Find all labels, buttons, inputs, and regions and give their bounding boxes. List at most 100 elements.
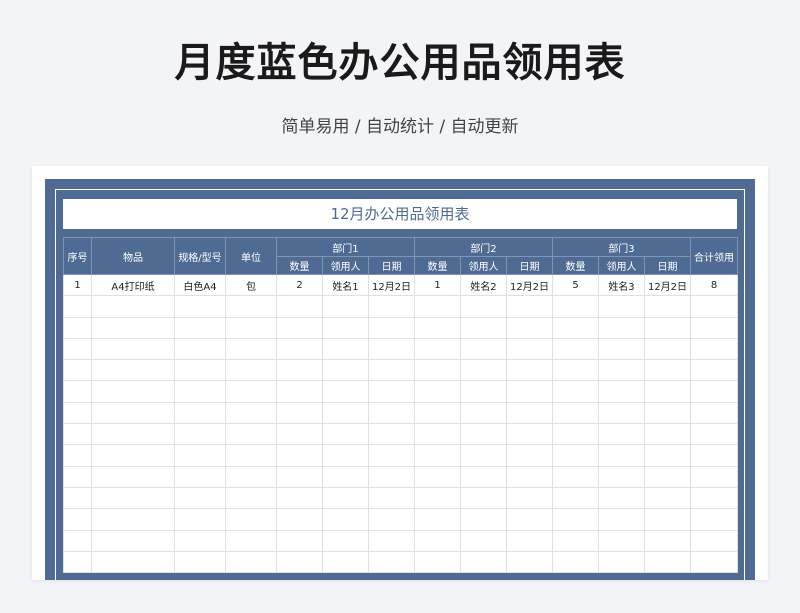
table-cell-empty[interactable] (368, 295, 415, 318)
table-cell[interactable]: 包 (225, 273, 277, 297)
table-cell-empty[interactable] (322, 508, 369, 531)
header-dept3-date[interactable]: 日期 (644, 256, 691, 275)
table-cell-empty[interactable] (460, 508, 507, 531)
table-cell-empty[interactable] (414, 316, 461, 339)
table-cell-empty[interactable] (460, 444, 507, 467)
table-cell-empty[interactable] (368, 401, 415, 425)
table-cell-empty[interactable] (690, 295, 738, 318)
table-cell-empty[interactable] (644, 295, 691, 318)
table-cell-empty[interactable] (322, 380, 369, 403)
table-cell-empty[interactable] (322, 444, 369, 467)
table-cell-empty[interactable] (276, 465, 323, 488)
table-cell-empty[interactable] (276, 529, 323, 552)
header-item[interactable]: 物品 (91, 237, 175, 275)
table-cell-empty[interactable] (322, 295, 369, 318)
table-cell-empty[interactable] (644, 529, 691, 552)
table-cell-empty[interactable] (644, 359, 691, 382)
table-cell[interactable]: 1 (414, 273, 461, 297)
table-cell-empty[interactable] (63, 486, 92, 510)
table-cell-empty[interactable] (225, 486, 277, 510)
table-cell-empty[interactable] (91, 529, 175, 552)
table-cell[interactable]: 姓名3 (598, 273, 645, 297)
table-cell-empty[interactable] (322, 486, 369, 510)
table-cell-empty[interactable] (598, 465, 645, 488)
table-cell-empty[interactable] (598, 550, 645, 574)
table-cell-empty[interactable] (552, 465, 599, 488)
header-dept1-qty[interactable]: 数量 (276, 256, 323, 275)
table-cell-empty[interactable] (598, 401, 645, 425)
table-cell-empty[interactable] (506, 550, 553, 574)
table-cell-empty[interactable] (174, 380, 226, 403)
table-cell-empty[interactable] (322, 401, 369, 425)
table-cell-empty[interactable] (322, 465, 369, 488)
table-cell-empty[interactable] (552, 316, 599, 339)
table-cell-empty[interactable] (506, 380, 553, 403)
table-cell-empty[interactable] (414, 508, 461, 531)
table-cell-empty[interactable] (598, 295, 645, 318)
header-dept2[interactable]: 部门2 (414, 237, 553, 257)
table-cell-empty[interactable] (91, 401, 175, 425)
header-unit[interactable]: 单位 (225, 237, 277, 275)
table-cell-empty[interactable] (322, 423, 369, 446)
table-cell-empty[interactable] (276, 444, 323, 467)
table-cell-empty[interactable] (506, 316, 553, 339)
table-cell-empty[interactable] (644, 316, 691, 339)
table-cell-empty[interactable] (63, 465, 92, 488)
table-cell-empty[interactable] (91, 465, 175, 488)
table-cell-empty[interactable] (552, 295, 599, 318)
table-cell-empty[interactable] (174, 444, 226, 467)
table-cell-empty[interactable] (174, 316, 226, 339)
table-cell-empty[interactable] (368, 380, 415, 403)
table-cell-empty[interactable] (690, 380, 738, 403)
table-cell-empty[interactable] (225, 508, 277, 531)
table-cell-empty[interactable] (91, 380, 175, 403)
table-cell[interactable]: 8 (690, 273, 738, 297)
table-cell-empty[interactable] (690, 401, 738, 425)
table-cell-empty[interactable] (225, 359, 277, 382)
table-cell-empty[interactable] (63, 359, 92, 382)
table-cell-empty[interactable] (174, 508, 226, 531)
table-cell-empty[interactable] (91, 316, 175, 339)
table-cell-empty[interactable] (91, 295, 175, 318)
table-cell-empty[interactable] (506, 529, 553, 552)
table-cell-empty[interactable] (414, 465, 461, 488)
table-cell-empty[interactable] (322, 359, 369, 382)
table-cell-empty[interactable] (225, 401, 277, 425)
table-cell-empty[interactable] (276, 380, 323, 403)
table-cell-empty[interactable] (225, 529, 277, 552)
table-cell-empty[interactable] (225, 295, 277, 318)
table-cell-empty[interactable] (63, 550, 92, 574)
table-cell-empty[interactable] (276, 316, 323, 339)
table-cell[interactable]: 白色A4 (174, 273, 226, 297)
table-cell-empty[interactable] (63, 508, 92, 531)
table-cell-empty[interactable] (322, 316, 369, 339)
table-cell-empty[interactable] (276, 508, 323, 531)
table-cell-empty[interactable] (414, 337, 461, 361)
header-dept2-receiver[interactable]: 领用人 (460, 256, 507, 275)
table-cell-empty[interactable] (174, 550, 226, 574)
table-cell[interactable]: 5 (552, 273, 599, 297)
table-cell-empty[interactable] (63, 423, 92, 446)
table-cell-empty[interactable] (644, 486, 691, 510)
table-cell-empty[interactable] (644, 550, 691, 574)
table-cell-empty[interactable] (368, 316, 415, 339)
table-cell[interactable]: 1 (63, 273, 92, 297)
header-dept1[interactable]: 部门1 (276, 237, 415, 257)
table-cell-empty[interactable] (276, 550, 323, 574)
table-cell-empty[interactable] (414, 423, 461, 446)
table-cell[interactable]: 姓名2 (460, 273, 507, 297)
table-cell-empty[interactable] (414, 359, 461, 382)
table-cell-empty[interactable] (552, 401, 599, 425)
table-cell-empty[interactable] (644, 508, 691, 531)
table-cell-empty[interactable] (690, 529, 738, 552)
table-cell-empty[interactable] (63, 337, 92, 361)
table-cell-empty[interactable] (460, 337, 507, 361)
table-cell-empty[interactable] (644, 423, 691, 446)
header-dept2-qty[interactable]: 数量 (414, 256, 461, 275)
table-cell-empty[interactable] (644, 401, 691, 425)
table-cell[interactable]: 12月2日 (506, 273, 553, 297)
table-cell-empty[interactable] (644, 465, 691, 488)
table-cell-empty[interactable] (174, 486, 226, 510)
table-cell-empty[interactable] (598, 508, 645, 531)
table-cell-empty[interactable] (690, 337, 738, 361)
